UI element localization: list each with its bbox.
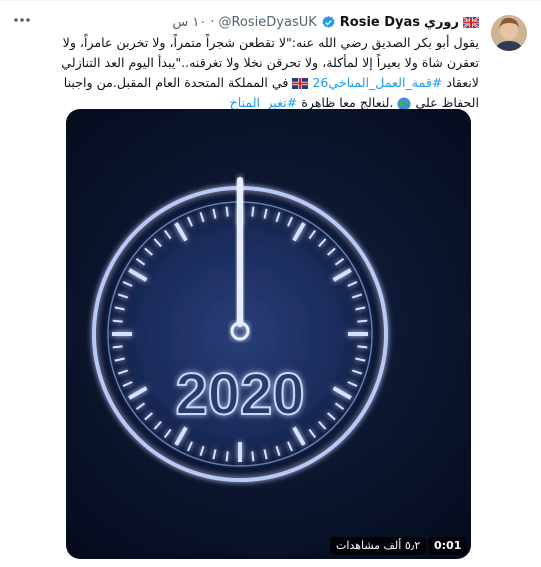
clock-minute-tick bbox=[251, 206, 255, 217]
clock-minute-tick bbox=[112, 345, 123, 349]
year-label: 2020 bbox=[175, 362, 304, 427]
tweet-text-segment: لانعقاد bbox=[446, 75, 479, 90]
clock-minute-tick bbox=[225, 451, 229, 462]
clock-minute-tick bbox=[357, 319, 368, 323]
tweet-text: يقول أبو بكر الصديق رضي الله عنه:"لا تقط… bbox=[11, 33, 479, 113]
verified-icon bbox=[322, 15, 335, 28]
separator-dot: · bbox=[210, 14, 215, 30]
uk-flag-icon bbox=[463, 16, 479, 28]
hashtag-link[interactable]: #تغير_المناخ bbox=[230, 95, 298, 110]
clock-hand bbox=[237, 177, 243, 327]
author-name-ar[interactable]: روري bbox=[424, 15, 459, 30]
tweet[interactable]: روري Rosie Dyas @RosieDyasUK · ١٠ س يقول… bbox=[0, 0, 541, 567]
duration-badge: 0:01 bbox=[428, 537, 468, 555]
tweet-time[interactable]: ١٠ س bbox=[172, 15, 206, 30]
tweet-text-segment: .لنعالج معا ظاهرة bbox=[301, 95, 394, 110]
tweet-line-1: يقول أبو بكر الصديق رضي الله عنه:"لا تقط… bbox=[62, 35, 479, 50]
avatar[interactable] bbox=[491, 15, 527, 51]
tweet-text-segment: الحفاظ على bbox=[415, 95, 479, 110]
clock-video-frame: 2020 bbox=[92, 177, 388, 482]
tweet-text-segment: في المملكة المتحدة العام المقبل.من واجبن… bbox=[63, 75, 289, 90]
clock-minute-tick bbox=[225, 206, 229, 217]
author-name-en[interactable]: Rosie Dyas bbox=[340, 15, 420, 30]
uk-flag-icon bbox=[292, 78, 309, 89]
clock-minute-tick bbox=[357, 345, 368, 349]
tweet-line-3: لانعقاد #قمة_العمل_المناخي26 في المملكة … bbox=[11, 73, 479, 93]
tweet-line-2: تعقرن شاة ولا بعيراً إلا لمأكلة، ولا تحر… bbox=[61, 55, 479, 70]
views-badge: ٥٫٢ ألف مشاهدات bbox=[330, 537, 427, 555]
hashtag-link[interactable]: #قمة_العمل_المناخي26 bbox=[312, 75, 442, 90]
video-player[interactable]: 2020 bbox=[66, 109, 471, 559]
clock-minute-tick bbox=[112, 319, 123, 323]
author-handle[interactable]: @RosieDyasUK bbox=[218, 15, 316, 30]
clock-minute-tick bbox=[251, 451, 255, 462]
more-icon[interactable] bbox=[12, 13, 32, 27]
tweet-header: روري Rosie Dyas @RosieDyasUK · ١٠ س bbox=[13, 11, 479, 33]
avatar-image bbox=[491, 15, 527, 51]
